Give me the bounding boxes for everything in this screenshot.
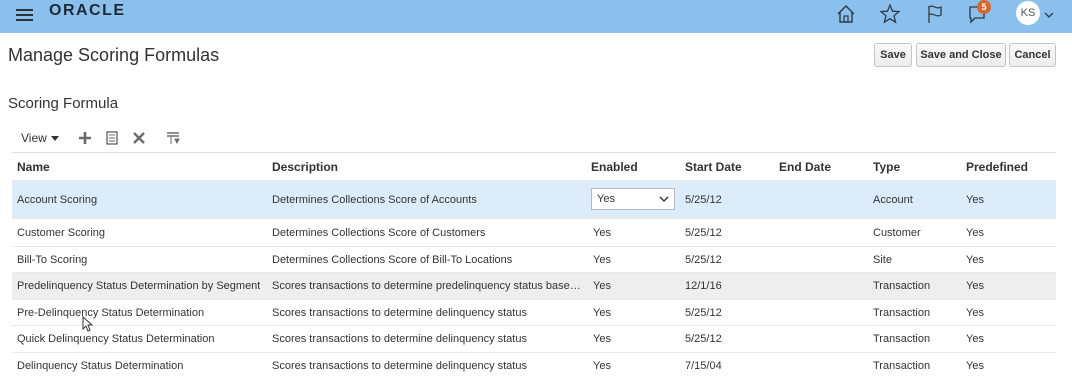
cell-predefined: Yes — [966, 194, 984, 206]
table-row[interactable]: Customer Scoring Determines Collections … — [12, 218, 1056, 246]
cell-start-date: 5/25/12 — [685, 307, 722, 319]
enabled-select-value: Yes — [597, 193, 615, 205]
cell-name: Predelinquency Status Determination by S… — [17, 280, 261, 292]
cell-start-date: 12/1/16 — [685, 280, 722, 292]
page-title: Manage Scoring Formulas — [8, 45, 220, 65]
cell-name: Account Scoring — [17, 194, 98, 206]
cell-description: Scores transactions to determine delinqu… — [272, 307, 527, 319]
table-header: Name Description Enabled Start Date End … — [12, 152, 1056, 181]
cell-name: Quick Delinquency Status Determination — [17, 333, 215, 345]
view-menu[interactable]: View — [21, 131, 59, 145]
table-row[interactable]: Pre-Delinquency Status Determination Sco… — [12, 299, 1056, 325]
column-header-description[interactable]: Description — [272, 160, 338, 174]
cell-type: Transaction — [873, 280, 931, 292]
cell-name: Bill-To Scoring — [17, 254, 88, 266]
table-row[interactable]: Account Scoring Determines Collections S… — [12, 180, 1056, 218]
menu-icon[interactable] — [16, 7, 33, 22]
cell-enabled: Yes — [593, 254, 611, 266]
view-menu-label: View — [21, 131, 47, 145]
chevron-down-icon — [659, 196, 669, 202]
table-row[interactable]: Predelinquency Status Determination by S… — [12, 272, 1056, 299]
save-and-close-button[interactable]: Save and Close — [916, 43, 1006, 67]
cell-description: Determines Collections Score of Customer… — [272, 227, 486, 239]
user-avatar[interactable]: KS — [1016, 1, 1040, 25]
cell-predefined: Yes — [966, 307, 984, 319]
cell-description: Scores transactions to determine predeli… — [272, 280, 584, 292]
column-header-predefined[interactable]: Predefined — [966, 160, 1028, 174]
save-button[interactable]: Save — [874, 43, 912, 67]
notification-count-badge: 5 — [977, 0, 991, 14]
cell-name: Customer Scoring — [17, 227, 106, 239]
cell-name: Delinquency Status Determination — [17, 360, 184, 372]
cell-name: Pre-Delinquency Status Determination — [17, 307, 205, 319]
table-row[interactable]: Delinquency Status Determination Scores … — [12, 352, 1056, 378]
cell-enabled: Yes — [593, 280, 611, 292]
cell-start-date: 7/15/04 — [685, 360, 722, 372]
cell-description: Determines Collections Score of Bill-To … — [272, 254, 513, 266]
cell-type: Site — [873, 254, 892, 266]
cancel-button[interactable]: Cancel — [1009, 43, 1056, 67]
home-icon[interactable] — [835, 3, 857, 25]
cell-type: Account — [873, 194, 913, 206]
cell-start-date: 5/25/12 — [685, 194, 722, 206]
column-header-end-date[interactable]: End Date — [779, 160, 831, 174]
cell-predefined: Yes — [966, 360, 984, 372]
column-header-type[interactable]: Type — [873, 160, 900, 174]
favorites-star-icon[interactable] — [879, 3, 901, 25]
column-header-name[interactable]: Name — [17, 160, 50, 174]
cell-predefined: Yes — [966, 254, 984, 266]
cell-type: Customer — [873, 227, 921, 239]
cell-start-date: 5/25/12 — [685, 254, 722, 266]
table-row[interactable]: Bill-To Scoring Determines Collections S… — [12, 246, 1056, 272]
global-header: ORACLE 5 KS — [0, 0, 1072, 33]
table-row[interactable]: Quick Delinquency Status Determination S… — [12, 325, 1056, 352]
cell-start-date: 5/25/12 — [685, 333, 722, 345]
cell-type: Transaction — [873, 333, 931, 345]
section-title: Scoring Formula — [8, 95, 119, 112]
oracle-logo[interactable]: ORACLE — [49, 2, 126, 20]
cell-description: Scores transactions to determine delinqu… — [272, 333, 527, 345]
mouse-pointer-icon — [82, 316, 94, 332]
cell-predefined: Yes — [966, 280, 984, 292]
delete-icon[interactable] — [131, 130, 147, 146]
cell-enabled: Yes — [593, 333, 611, 345]
cell-description: Determines Collections Score of Accounts — [272, 194, 477, 206]
chevron-down-icon[interactable] — [1044, 7, 1054, 18]
cell-enabled: Yes — [593, 227, 611, 239]
column-header-start-date[interactable]: Start Date — [685, 160, 742, 174]
caret-down-icon — [50, 136, 59, 142]
cell-predefined: Yes — [966, 333, 984, 345]
flag-icon[interactable] — [924, 3, 946, 25]
column-header-enabled[interactable]: Enabled — [591, 160, 638, 174]
cell-start-date: 5/25/12 — [685, 227, 722, 239]
cell-type: Transaction — [873, 307, 931, 319]
cell-enabled: Yes — [593, 360, 611, 372]
add-icon[interactable] — [77, 130, 93, 146]
cell-enabled: Yes — [593, 307, 611, 319]
cell-type: Transaction — [873, 360, 931, 372]
cell-description: Scores transactions to determine delinqu… — [272, 360, 527, 372]
enabled-select[interactable]: Yes — [591, 188, 675, 210]
cell-predefined: Yes — [966, 227, 984, 239]
freeze-icon[interactable] — [165, 130, 181, 146]
detach-icon[interactable] — [104, 130, 120, 146]
